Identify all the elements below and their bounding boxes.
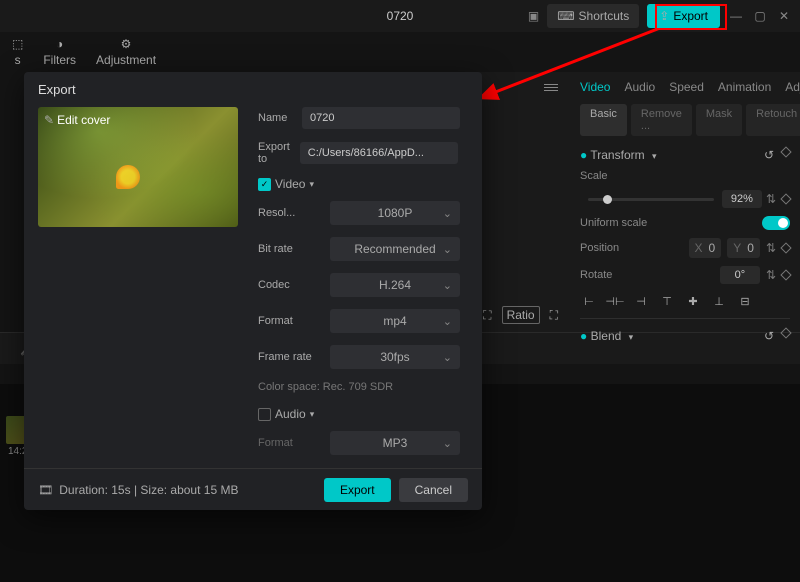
video-checkbox[interactable]: ✓ bbox=[258, 178, 271, 191]
position-keyframe[interactable] bbox=[780, 242, 791, 253]
align-hcenter-icon[interactable]: ⊣⊢ bbox=[606, 294, 624, 308]
tab-adjust[interactable]: Adjust bbox=[785, 80, 800, 94]
shortcuts-button[interactable]: ⌨ Shortcuts bbox=[547, 4, 639, 28]
rotate-value[interactable]: 0° bbox=[720, 266, 760, 284]
format-select[interactable]: mp4 bbox=[330, 309, 460, 333]
align-bottom-icon[interactable]: ⊥ bbox=[710, 294, 728, 308]
rotate-label: Rotate bbox=[580, 269, 612, 281]
bitrate-select[interactable]: Recommended bbox=[330, 237, 460, 261]
tool-row: ⬚s ◑Filters ⚙Adjustment bbox=[0, 32, 800, 72]
resolution-select[interactable]: 1080P bbox=[330, 201, 460, 225]
tab-video[interactable]: Video bbox=[580, 80, 610, 94]
colorspace-text: Color space: Rec. 709 SDR bbox=[258, 381, 460, 393]
subtab-retouch[interactable]: Retouch bbox=[746, 104, 800, 136]
blend-keyframe-icon[interactable] bbox=[780, 327, 791, 338]
fullscreen-icon[interactable]: ⛶ bbox=[550, 308, 558, 323]
video-section-header[interactable]: ✓ Video▾ bbox=[258, 177, 460, 191]
ratio-button[interactable]: Ratio bbox=[502, 306, 540, 324]
crop-icon[interactable]: ⛶ bbox=[483, 308, 491, 323]
name-label: Name bbox=[258, 112, 292, 124]
subtab-mask[interactable]: Mask bbox=[696, 104, 742, 136]
rotate-keyframe[interactable] bbox=[780, 269, 791, 280]
layout-icon[interactable]: ▣ bbox=[528, 9, 539, 23]
duration-info: 🎞 Duration: 15s | Size: about 15 MB bbox=[38, 483, 238, 497]
keyboard-icon: ⌨ bbox=[557, 9, 574, 23]
name-input[interactable] bbox=[302, 107, 460, 129]
position-stepper[interactable]: ⇅ bbox=[766, 241, 776, 255]
resolution-label: Resol... bbox=[258, 207, 320, 219]
edit-cover-label: Edit cover bbox=[57, 113, 110, 127]
annotation-highlight bbox=[655, 4, 727, 30]
align-right-icon[interactable]: ⊣ bbox=[632, 294, 650, 308]
rotate-stepper[interactable]: ⇅ bbox=[766, 268, 776, 282]
align-distr-icon[interactable]: ⊟ bbox=[736, 294, 754, 308]
shortcuts-label: Shortcuts bbox=[579, 9, 630, 23]
codec-select[interactable]: H.264 bbox=[330, 273, 460, 297]
keyframe-icon[interactable] bbox=[780, 146, 791, 157]
uniform-toggle[interactable] bbox=[762, 216, 790, 230]
close-button[interactable]: ✕ bbox=[776, 8, 792, 24]
subtab-remove[interactable]: Remove ... bbox=[631, 104, 692, 136]
position-y-input[interactable]: Y0 bbox=[727, 238, 760, 258]
align-vcenter-icon[interactable]: ✚ bbox=[684, 294, 702, 308]
transform-header[interactable]: ● Transform ▾ bbox=[580, 148, 656, 162]
export-dialog: Export ✎ Edit cover Name Export to 🗀 ✓ bbox=[24, 72, 482, 510]
dialog-title: Export bbox=[24, 72, 482, 107]
minimize-button[interactable]: — bbox=[728, 8, 744, 24]
subtab-basic[interactable]: Basic bbox=[580, 104, 627, 136]
framerate-label: Frame rate bbox=[258, 351, 320, 363]
audio-checkbox[interactable] bbox=[258, 408, 271, 421]
cover-preview[interactable]: ✎ Edit cover bbox=[38, 107, 238, 227]
align-top-icon[interactable]: ⊤ bbox=[658, 294, 676, 308]
scale-value[interactable]: 92% bbox=[722, 190, 762, 208]
blend-reset-icon[interactable]: ↺ bbox=[764, 329, 774, 343]
tab-animation[interactable]: Animation bbox=[718, 80, 771, 94]
tool-item-adjustment[interactable]: ⚙Adjustment bbox=[96, 37, 156, 67]
tab-audio[interactable]: Audio bbox=[624, 80, 655, 94]
maximize-button[interactable]: ▢ bbox=[752, 8, 768, 24]
position-label: Position bbox=[580, 242, 619, 254]
tool-item-s[interactable]: ⬚s bbox=[12, 37, 23, 67]
tab-speed[interactable]: Speed bbox=[669, 80, 704, 94]
inspector-panel: Video Audio Speed Animation Adjust Basic… bbox=[570, 72, 800, 332]
film-icon: 🎞 bbox=[38, 483, 53, 497]
scale-keyframe[interactable] bbox=[780, 193, 791, 204]
position-x-input[interactable]: X0 bbox=[689, 238, 722, 258]
align-buttons: ⊢ ⊣⊢ ⊣ ⊤ ✚ ⊥ ⊟ bbox=[580, 294, 790, 308]
framerate-select[interactable]: 30fps bbox=[330, 345, 460, 369]
cancel-button[interactable]: Cancel bbox=[399, 478, 468, 502]
tool-item-filters[interactable]: ◑Filters bbox=[43, 37, 76, 67]
bitrate-label: Bit rate bbox=[258, 243, 320, 255]
exportto-input[interactable] bbox=[300, 142, 458, 164]
codec-label: Codec bbox=[258, 279, 320, 291]
uniform-label: Uniform scale bbox=[580, 217, 647, 229]
align-left-icon[interactable]: ⊢ bbox=[580, 294, 598, 308]
audio-format-select: MP3 bbox=[330, 431, 460, 455]
exportto-label: Export to bbox=[258, 141, 290, 165]
format-label: Format bbox=[258, 315, 320, 327]
export-button[interactable]: Export bbox=[324, 478, 391, 502]
scale-slider[interactable] bbox=[588, 198, 714, 201]
player-menu-icon[interactable] bbox=[544, 84, 558, 91]
project-title: 0720 bbox=[387, 9, 414, 23]
blend-header[interactable]: ● Blend ▾ bbox=[580, 329, 633, 343]
reset-icon[interactable]: ↺ bbox=[764, 148, 774, 162]
scale-stepper[interactable]: ⇅ bbox=[766, 192, 776, 206]
pencil-icon: ✎ bbox=[44, 113, 54, 127]
audio-format-label: Format bbox=[258, 437, 320, 449]
edit-cover-button[interactable]: ✎ Edit cover bbox=[44, 113, 110, 127]
audio-section-header[interactable]: Audio▾ bbox=[258, 407, 460, 421]
scale-label: Scale bbox=[580, 170, 608, 182]
